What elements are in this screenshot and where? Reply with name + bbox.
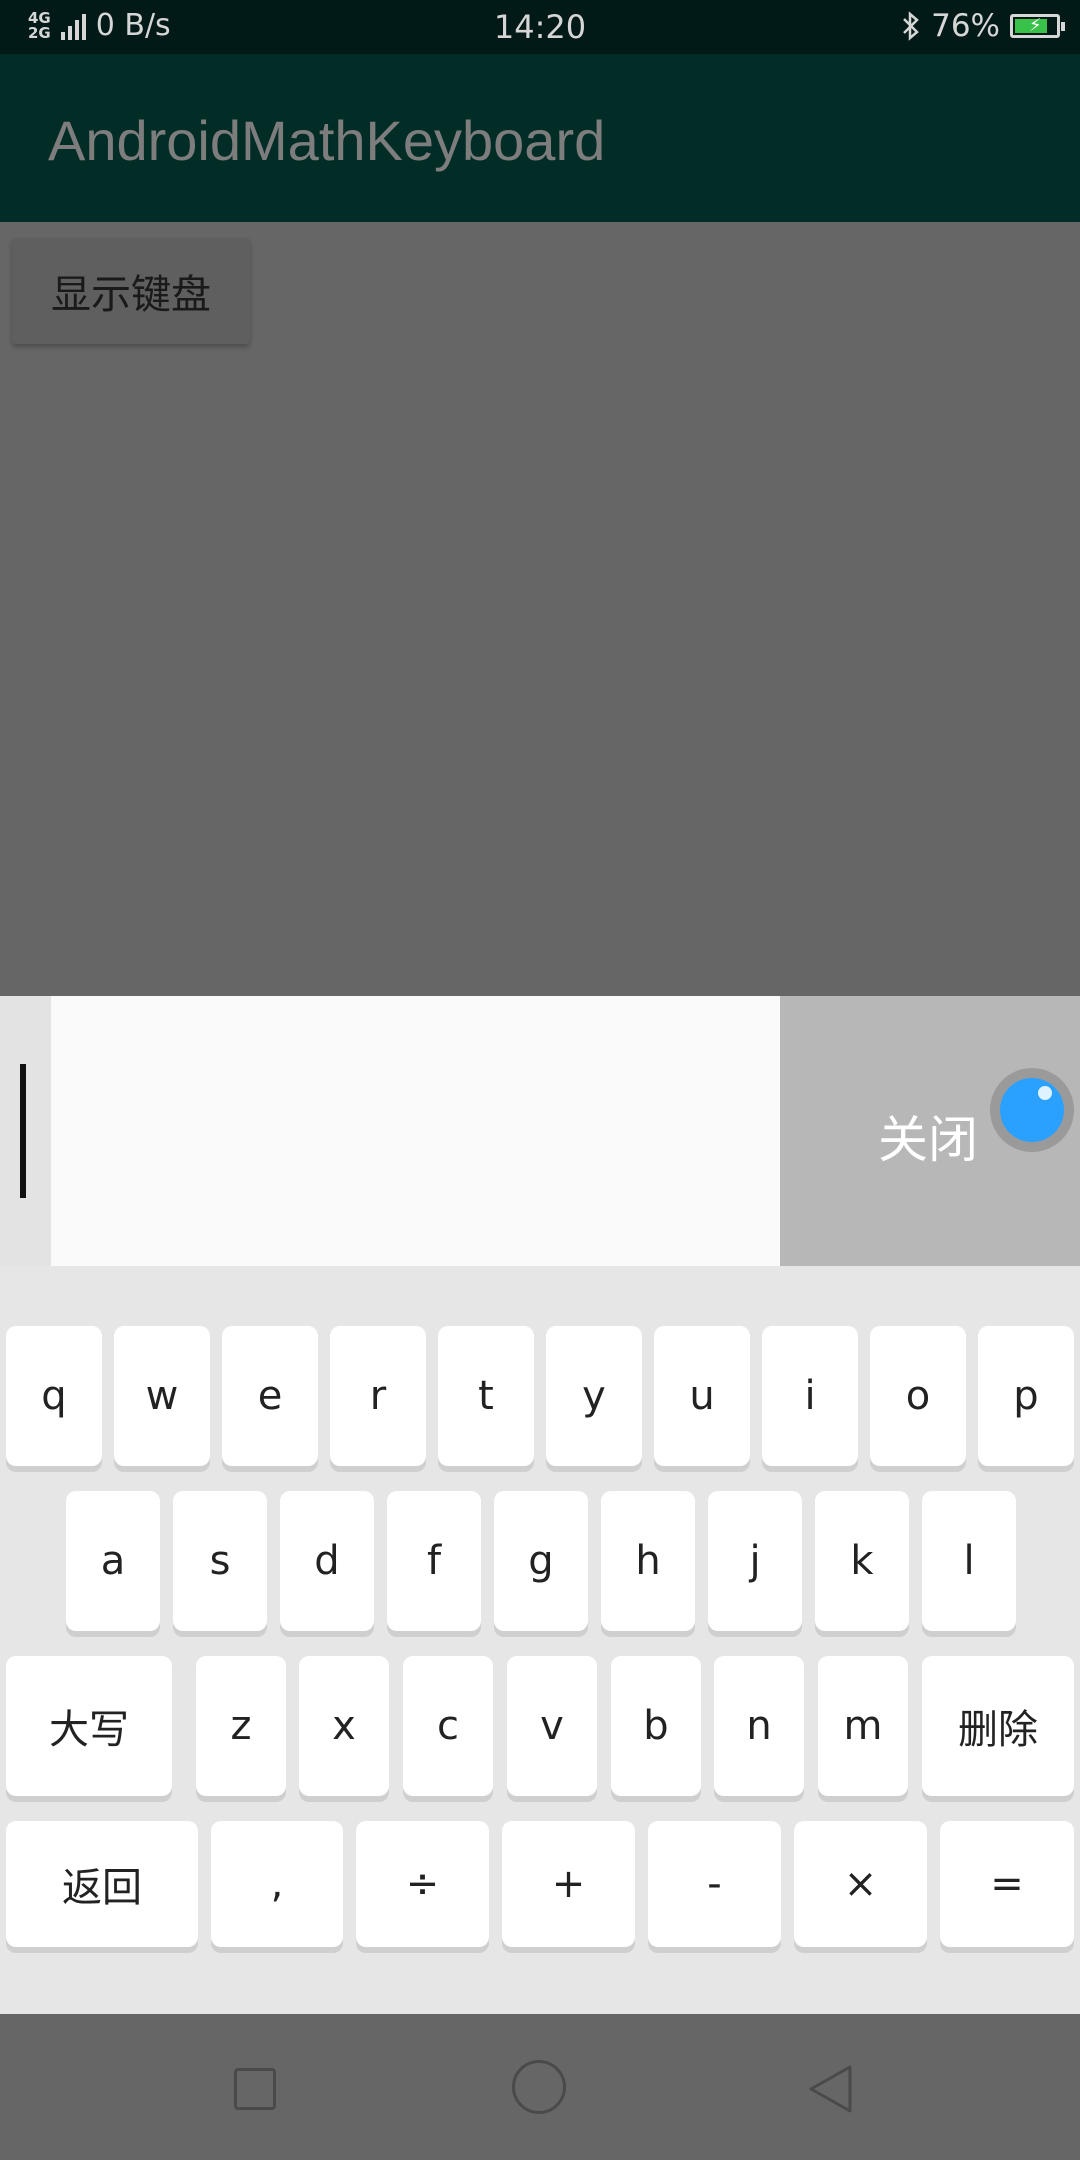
key-plus[interactable]: +	[502, 1821, 635, 1947]
key-o[interactable]: o	[870, 1326, 966, 1466]
key-m[interactable]: m	[818, 1656, 908, 1796]
show-keyboard-button[interactable]: 显示键盘	[12, 238, 250, 344]
key-j[interactable]: j	[708, 1491, 802, 1631]
key-w[interactable]: w	[114, 1326, 210, 1466]
key-comma[interactable]: ,	[211, 1821, 343, 1947]
back-icon[interactable]	[806, 2064, 856, 2114]
key-minus[interactable]: -	[648, 1821, 781, 1947]
key-a[interactable]: a	[66, 1491, 160, 1631]
key-i[interactable]: i	[762, 1326, 858, 1466]
app-bar: AndroidMathKeyboard	[0, 54, 1080, 222]
status-right: 76% ⚡	[901, 8, 1065, 44]
key-c[interactable]: c	[403, 1656, 493, 1796]
key-t[interactable]: t	[438, 1326, 534, 1466]
app-title: AndroidMathKeyboard	[48, 109, 606, 172]
key-divide[interactable]: ÷	[356, 1821, 489, 1947]
home-icon[interactable]	[512, 2060, 566, 2114]
key-multiply[interactable]: ×	[794, 1821, 927, 1947]
key-delete[interactable]: 删除	[922, 1656, 1074, 1796]
key-d[interactable]: d	[280, 1491, 374, 1631]
key-n[interactable]: n	[714, 1656, 804, 1796]
key-q[interactable]: q	[6, 1326, 102, 1466]
key-h[interactable]: h	[601, 1491, 695, 1631]
key-u[interactable]: u	[654, 1326, 750, 1466]
key-x[interactable]: x	[299, 1656, 389, 1796]
status-bar: 4G 2G 0 B/s 14:20 76% ⚡	[0, 0, 1080, 54]
key-back[interactable]: 返回	[6, 1821, 198, 1947]
key-b[interactable]: b	[611, 1656, 701, 1796]
key-equals[interactable]: =	[940, 1821, 1074, 1947]
bluetooth-icon	[903, 11, 919, 41]
key-y[interactable]: y	[546, 1326, 642, 1466]
key-r[interactable]: r	[330, 1326, 426, 1466]
camera-bubble-icon[interactable]	[990, 1068, 1074, 1152]
key-f[interactable]: f	[387, 1491, 481, 1631]
key-l[interactable]: l	[922, 1491, 1016, 1631]
key-shift[interactable]: 大写	[6, 1656, 172, 1796]
key-e[interactable]: e	[222, 1326, 318, 1466]
math-input-field[interactable]	[51, 996, 780, 1266]
text-cursor	[20, 1064, 26, 1198]
battery-percent: 76%	[931, 8, 1000, 44]
key-p[interactable]: p	[978, 1326, 1074, 1466]
key-g[interactable]: g	[494, 1491, 588, 1631]
recents-icon[interactable]	[234, 2068, 276, 2110]
key-z[interactable]: z	[196, 1656, 286, 1796]
key-k[interactable]: k	[815, 1491, 909, 1631]
key-v[interactable]: v	[507, 1656, 597, 1796]
battery-icon: ⚡	[1010, 14, 1065, 38]
key-s[interactable]: s	[173, 1491, 267, 1631]
close-button-label[interactable]: 关闭	[878, 1100, 978, 1172]
